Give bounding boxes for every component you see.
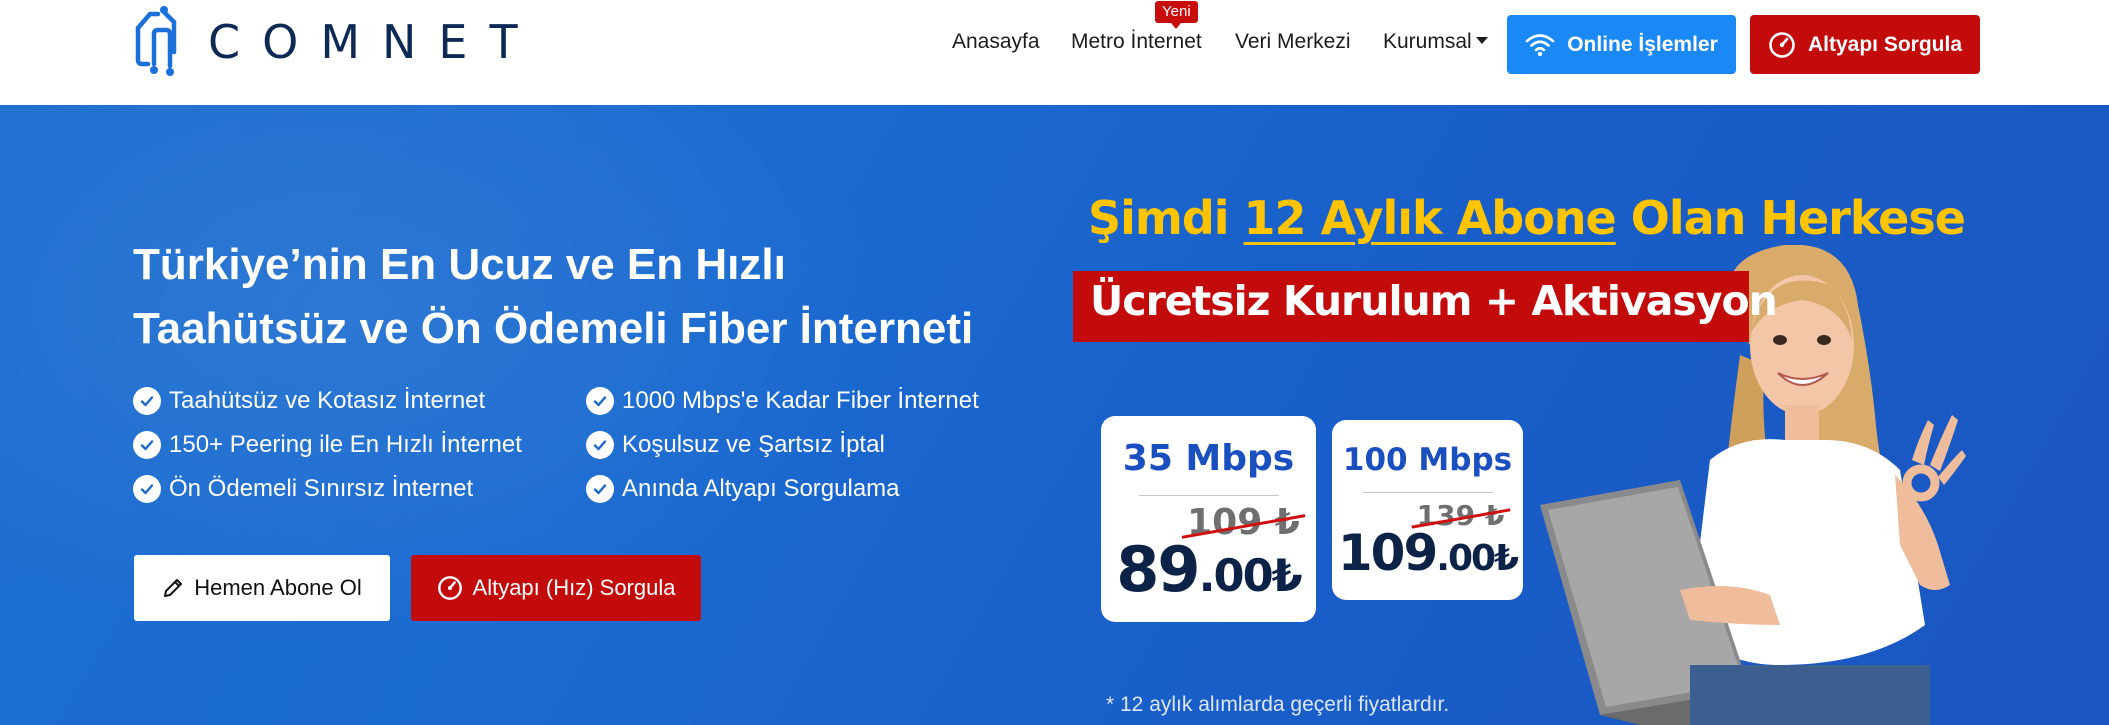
new-badge: Yeni (1155, 1, 1198, 29)
promo-subheadline: Ücretsiz Kurulum + Aktivasyon (1090, 277, 1778, 325)
hemen-abone-ol-button[interactable]: Hemen Abone Ol (134, 555, 390, 621)
card-divider (1138, 495, 1279, 496)
nav-kurumsal-dropdown[interactable]: Kurumsal (1383, 30, 1488, 54)
new-price-int: 109 (1337, 524, 1438, 582)
altyapi-hiz-sorgula-button[interactable]: Altyapı (Hız) Sorgula (411, 555, 701, 621)
new-price-dec: .00₺ (1198, 550, 1303, 602)
promo-headline-post: Olan Herkese (1615, 191, 1966, 245)
nav-kurumsal-label: Kurumsal (1383, 30, 1472, 53)
hero-title-line1: Türkiye’nin En Ucuz ve En Hızlı (133, 240, 786, 289)
feature-label: 1000 Mbps'e Kadar Fiber İnternet (622, 387, 979, 414)
feature-item: Koşulsuz ve Şartsız İptal (586, 431, 885, 459)
new-price-int: 89 (1116, 533, 1200, 606)
comnet-logo[interactable]: COMNET (130, 0, 540, 90)
altyapi-hiz-sorgula-label: Altyapı (Hız) Sorgula (472, 575, 676, 600)
online-islemler-label: Online İşlemler (1567, 32, 1718, 56)
old-price: 109 ₺ (1187, 502, 1300, 543)
feature-label: Ön Ödemeli Sınırsız İnternet (169, 475, 474, 502)
feature-item: Ön Ödemeli Sınırsız İnternet (133, 475, 473, 503)
nav-veri-merkezi[interactable]: Veri Merkezi (1235, 30, 1351, 54)
feature-label: 150+ Peering ile En Hızlı İnternet (169, 431, 522, 458)
hero-section: Türkiye’nin En Ucuz ve En Hızlı Taahütsü… (0, 105, 2109, 725)
check-circle-icon (586, 475, 614, 503)
hero-title: Türkiye’nin En Ucuz ve En Hızlı Taahütsü… (133, 233, 1053, 361)
check-circle-icon (133, 431, 161, 459)
new-price: 109.00₺ (1332, 528, 1523, 578)
old-price: 139 ₺ (1416, 499, 1505, 532)
feature-label: Koşulsuz ve Şartsız İptal (622, 431, 885, 458)
nav-metro-internet[interactable]: Metro İnternet (1071, 30, 1202, 54)
price-card-35mbps[interactable]: 35 Mbps 109 ₺ 89.00₺ (1101, 416, 1316, 622)
online-islemler-button[interactable]: Online İşlemler (1507, 15, 1736, 74)
speedometer-icon (1769, 31, 1795, 58)
plan-speed: 35 Mbps (1122, 438, 1295, 479)
altyapi-sorgula-button[interactable]: Altyapı Sorgula (1750, 15, 1980, 74)
wifi-icon (1525, 33, 1555, 56)
speedometer-icon (437, 576, 462, 600)
price-footnote: * 12 aylık alımlarda geçerli fiyatlardır… (1106, 693, 1450, 716)
new-price: 89.00₺ (1101, 539, 1316, 601)
logo-text: COMNET (208, 15, 540, 69)
price-card-100mbps[interactable]: 100 Mbps 139 ₺ 109.00₺ (1332, 420, 1523, 600)
promo-headline: Şimdi 12 Aylık Abone Olan Herkese (1088, 191, 1966, 245)
feature-label: Anında Altyapı Sorgulama (622, 475, 900, 502)
feature-item: Taahütsüz ve Kotasız İnternet (133, 387, 485, 415)
feature-item: 1000 Mbps'e Kadar Fiber İnternet (586, 387, 979, 415)
promo-headline-underlined: 12 Aylık Abone (1243, 191, 1617, 245)
new-price-dec: .00₺ (1436, 538, 1519, 579)
hero-title-line2: Taahütsüz ve Ön Ödemeli Fiber İnterneti (133, 304, 974, 353)
nav-anasayfa[interactable]: Anasayfa (952, 30, 1040, 54)
check-circle-icon (133, 387, 161, 415)
plan-speed: 100 Mbps (1342, 442, 1513, 478)
card-divider (1362, 492, 1493, 493)
check-circle-icon (586, 431, 614, 459)
caret-down-icon (1475, 36, 1488, 44)
feature-item: 150+ Peering ile En Hızlı İnternet (133, 431, 522, 459)
site-header: COMNET Anasayfa Metro İnternet Yeni Veri… (0, 0, 2109, 105)
check-circle-icon (586, 387, 614, 415)
altyapi-sorgula-label: Altyapı Sorgula (1807, 32, 1963, 56)
pencil-icon (164, 579, 183, 597)
comnet-logo-icon (135, 6, 177, 76)
feature-item: Anında Altyapı Sorgulama (586, 475, 900, 503)
promo-headline-pre: Şimdi (1088, 191, 1244, 245)
hemen-abone-ol-label: Hemen Abone Ol (194, 575, 362, 600)
check-circle-icon (133, 475, 161, 503)
feature-label: Taahütsüz ve Kotasız İnternet (169, 387, 486, 414)
